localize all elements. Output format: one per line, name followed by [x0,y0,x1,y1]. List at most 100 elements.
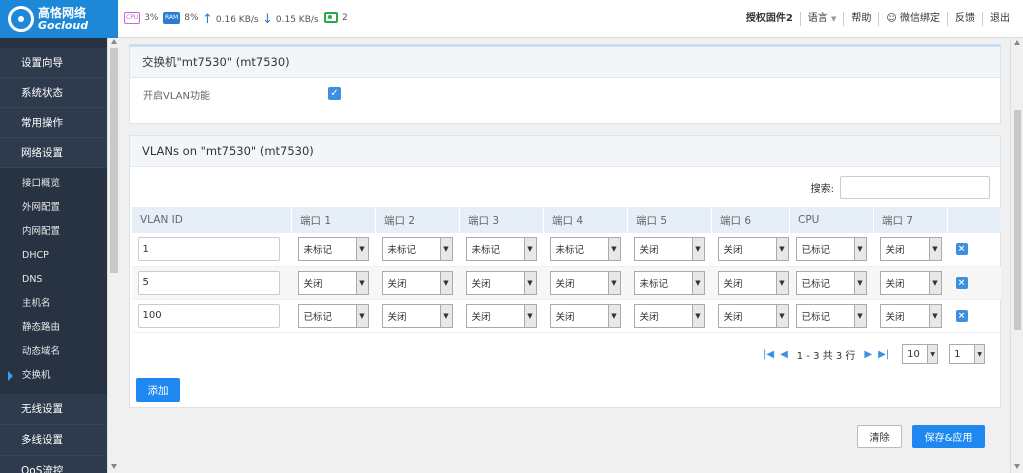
col-port-3: 端口 3 [459,207,544,233]
port-select[interactable]: 未标记 ▼ [465,237,537,262]
sidebar-sub-ddns[interactable]: 动态域名 [0,340,107,364]
sidebar-sub-switch[interactable]: 交换机 [0,364,107,388]
col-port-1: 端口 1 [291,207,376,233]
sidebar-item-multiline[interactable]: 多线设置 [0,425,107,456]
port-select[interactable]: 关闭 ▼ [717,237,789,262]
cpu-select[interactable]: 已标记 ▼ [795,270,867,295]
scroll-up-icon[interactable] [1014,40,1020,45]
sidebar-sub-lan[interactable]: 内网配置 [0,220,107,244]
delete-row-icon[interactable]: × [955,243,968,256]
sidebar-item-network-settings[interactable]: 网络设置 [0,138,107,168]
sidebar-sub-hostname[interactable]: 主机名 [0,292,107,316]
cpu-select[interactable]: 已标记 ▼ [795,303,867,328]
port-select[interactable]: 关闭 ▼ [465,303,537,328]
port-select[interactable]: 关闭 ▼ [717,303,789,328]
col-port-6: 端口 6 [711,207,790,233]
port-select-value: 未标记 [555,245,585,257]
upload-value: 0.16 KB/s [215,14,259,25]
port-select[interactable]: 关闭 ▼ [879,237,942,262]
port-select[interactable]: 未标记 ▼ [381,237,453,262]
brand-logo[interactable]: 高恪网络 Gocloud [0,0,118,38]
delete-row-icon[interactable]: × [955,309,968,322]
next-page-icon[interactable]: ▶ [864,349,872,360]
sidebar-item-setup-wizard[interactable]: 设置向导 [0,48,107,78]
sidebar-sub-dhcp[interactable]: DHCP [0,244,107,268]
port-select[interactable]: 关闭 ▼ [717,270,789,295]
port-select-value: 关闭 [885,278,905,290]
port-select[interactable]: 关闭 ▼ [879,303,942,328]
brand-name-cn: 高恪网络 [38,5,87,20]
port-select[interactable]: 关闭 ▼ [465,270,537,295]
prev-page-icon[interactable]: ◀ [780,349,788,360]
sidebar-item-system-status[interactable]: 系统状态 [0,78,107,108]
logout-link[interactable]: 退出 [982,12,1017,26]
col-vlan-id: VLAN ID [131,207,292,233]
port-select-value: 关闭 [555,311,575,323]
scroll-thumb[interactable] [1014,110,1021,330]
vlan-id-input[interactable]: 100 [137,303,280,328]
feedback-link[interactable]: 反馈 [947,12,982,26]
port-select-value: 关闭 [723,278,743,290]
cpu-stat: CPU 3% [124,12,158,24]
chevron-down-icon: ▼ [691,238,704,261]
first-page-icon[interactable]: |◀ [763,349,774,360]
ram-icon: RAM [163,12,181,24]
sidebar-item-qos[interactable]: QoS流控 [0,456,107,473]
port-select[interactable]: 关闭 ▼ [381,270,453,295]
port-select[interactable]: 关闭 ▼ [381,303,453,328]
port-select-value: 关闭 [885,311,905,323]
port-select[interactable]: 关闭 ▼ [633,237,705,262]
scroll-thumb[interactable] [110,48,118,273]
search-box: 搜索: [811,176,990,199]
search-input[interactable] [840,176,990,199]
wechat-bind-link[interactable]: ☺ 微信绑定 [878,12,947,26]
last-page-icon[interactable]: ▶| [878,349,889,360]
vlan-id-input[interactable]: 5 [137,270,280,295]
port-select-value: 关闭 [885,245,905,257]
clear-button[interactable]: 清除 [857,425,902,448]
add-vlan-button[interactable]: 添加 [136,378,180,402]
port-select-value: 未标记 [387,245,417,257]
cpu-select[interactable]: 已标记 ▼ [795,237,867,262]
main-scrollbar[interactable] [1010,38,1023,473]
license-link[interactable]: 授权固件2 [739,12,800,26]
sidebar-sub-wan[interactable]: 外网配置 [0,196,107,220]
page-size-select[interactable]: 10 ▼ [902,344,939,364]
port-select[interactable]: 未标记 ▼ [297,237,369,262]
enable-vlan-checkbox[interactable]: ✓ [328,87,341,100]
save-apply-button[interactable]: 保存&应用 [912,425,985,448]
wechat-label: 微信绑定 [900,13,940,24]
port-select[interactable]: 未标记 ▼ [633,270,705,295]
port-select[interactable]: 关闭 ▼ [633,303,705,328]
port-select[interactable]: 关闭 ▼ [549,270,621,295]
sidebar-item-wireless[interactable]: 无线设置 [0,394,107,425]
scroll-down-icon[interactable] [111,464,117,469]
chevron-down-icon: ▼ [928,271,941,294]
port-select[interactable]: 已标记 ▼ [297,303,369,328]
sidebar-sub-dns[interactable]: DNS [0,268,107,292]
page-select[interactable]: 1 ▼ [949,344,986,364]
port-select[interactable]: 未标记 ▼ [549,237,621,262]
help-link[interactable]: 帮助 [843,12,878,26]
sidebar-scrollbar[interactable] [107,38,119,473]
sidebar-sub-interface-overview[interactable]: 接口概览 [0,172,107,196]
scroll-down-icon[interactable] [1014,464,1020,469]
sidebar-item-common-ops[interactable]: 常用操作 [0,108,107,138]
download-stat: ↓ 0.15 KB/s [262,12,319,27]
delete-row-icon[interactable]: × [955,276,968,289]
port-select[interactable]: 关闭 ▼ [549,303,621,328]
sidebar-sub-static-route[interactable]: 静态路由 [0,316,107,340]
top-menu: 授权固件2 语言 ▼ 帮助 ☺ 微信绑定 反馈 退出 [739,12,1017,26]
port-select-value: 关闭 [471,278,491,290]
vlan-id-input[interactable]: 1 [137,237,280,262]
download-value: 0.15 KB/s [275,14,319,25]
language-menu[interactable]: 语言 ▼ [799,12,844,26]
scroll-up-icon[interactable] [111,39,117,44]
port-select[interactable]: 关闭 ▼ [297,270,369,295]
chevron-down-icon: ▼ [928,304,941,327]
search-label: 搜索: [810,184,834,195]
cpu-select-value: 已标记 [801,311,831,323]
chevron-down-icon: ▼ [853,238,866,261]
port-select[interactable]: 关闭 ▼ [879,270,942,295]
chevron-down-icon: ▼ [355,304,368,327]
